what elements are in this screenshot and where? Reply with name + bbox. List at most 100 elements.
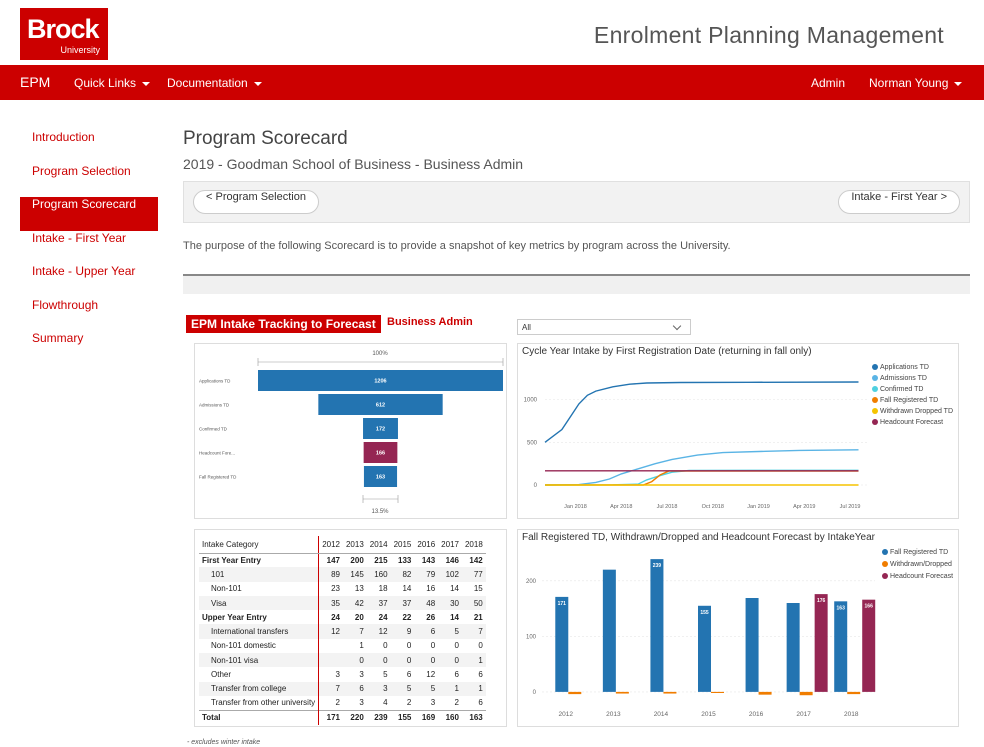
funnel-value-label: 166 <box>376 451 385 457</box>
column-header-2016[interactable]: 2016 <box>414 536 439 554</box>
legend-label: Headcount Forecast <box>880 419 944 426</box>
bar-withdrawn-2018[interactable] <box>847 691 861 695</box>
table-cell: 0 <box>478 641 483 651</box>
bar-fall-registered-2016[interactable] <box>745 598 759 692</box>
bar-withdrawn-2017[interactable] <box>799 691 813 696</box>
sidebar-item-intake-first-year[interactable]: Intake - First Year <box>20 231 158 265</box>
sidebar-item-program-selection[interactable]: Program Selection <box>20 164 158 198</box>
column-header-2018[interactable]: 2018 <box>461 536 486 554</box>
series-line-applications-td[interactable] <box>544 381 859 443</box>
legend-item-headcount-forecast[interactable]: Headcount Forecast <box>882 573 953 580</box>
table-cell: 0 <box>342 653 367 668</box>
bar-fall-registered-2015[interactable] <box>698 605 711 692</box>
legend-item-applications-td[interactable]: Applications TD <box>872 364 929 371</box>
top-navbar: EPM Quick Links Documentation Admin Norm… <box>0 65 984 100</box>
bar-fall-registered-2014[interactable] <box>650 559 664 692</box>
brock-logo[interactable]: Brock University <box>20 8 108 60</box>
column-header-intake-category[interactable]: Intake Category <box>199 536 320 554</box>
table-cell: 3 <box>430 698 436 708</box>
filter-dropdown[interactable]: All <box>517 319 691 335</box>
column-header-2013[interactable]: 2013 <box>342 536 367 554</box>
table-row: Upper Year Entry 24 20 24 22 26 14 21 <box>199 610 486 625</box>
column-header-2014[interactable]: 2014 <box>366 536 391 554</box>
legend-swatch <box>872 419 878 425</box>
table-cell: 9 <box>390 624 415 639</box>
table-cell: 7 <box>461 624 486 639</box>
nav-quick-links[interactable]: Quick Links <box>74 76 151 90</box>
row-label: 101 <box>199 567 320 582</box>
bar-withdrawn-2013[interactable] <box>615 691 629 694</box>
table-cell: 37 <box>390 595 415 611</box>
table-cell: 0 <box>430 641 436 651</box>
nav-brand[interactable]: EPM <box>20 74 50 90</box>
nav-user-menu[interactable]: Norman Young <box>869 76 963 90</box>
table-cell: 145 <box>342 567 367 582</box>
x-tick-label: 2018 <box>844 711 859 718</box>
table-cell: 23 <box>331 584 340 594</box>
intake-category-table: Intake Category 2012 2013 2014 2015 2016 2017 2… <box>199 536 486 725</box>
table-cell: 102 <box>438 567 462 582</box>
legend-item-admissions-td[interactable]: Admissions TD <box>872 375 927 382</box>
y-tick-label: 200 <box>526 579 537 585</box>
cycle-year-intake-panel: Cycle Year Intake by First Registration … <box>517 343 959 519</box>
fall-registered-bar-chart: 0 100 200 2012 171 2013 2014 239 2015 155 2016 2017… <box>526 559 876 718</box>
column-header-2015[interactable]: 2015 <box>390 536 415 554</box>
next-intake-first-year-button[interactable]: Intake - First Year > <box>838 190 960 214</box>
table-cell: 3 <box>359 670 364 680</box>
funnel-value-label: 612 <box>376 403 385 409</box>
table-row: First Year Entry 147 200 215 133 143 146 142 <box>199 553 486 568</box>
series-line-admissions-td[interactable] <box>544 449 859 486</box>
sidebar-item-intake-upper-year[interactable]: Intake - Upper Year <box>20 264 158 298</box>
bar-fall-registered-2017[interactable] <box>786 603 800 692</box>
table-cell: 6 <box>406 670 412 680</box>
table-cell: 12 <box>318 624 343 639</box>
column-header-2012[interactable]: 2012 <box>318 536 343 554</box>
sidebar-item-introduction[interactable]: Introduction <box>20 130 158 164</box>
table-row: Total 171 220 239 155 169 160 163 <box>199 709 486 725</box>
bar-fall-registered-2018[interactable] <box>834 601 848 692</box>
intake-category-table-panel: Intake Category 2012 2013 2014 2015 2016 2017 2… <box>194 529 507 727</box>
funnel-panel: 100% 13.5% 1206 Applications TD 612 Admissi… <box>194 343 507 519</box>
back-program-selection-button[interactable]: < Program Selection <box>193 190 319 214</box>
row-label: Non-101 domestic <box>199 638 320 654</box>
bar-withdrawn-2012[interactable] <box>568 691 582 695</box>
legend-label: Fall Registered TD <box>880 397 939 404</box>
embedded-report: EPM Intake Tracking to Forecast Business… <box>183 274 970 747</box>
row-label: Total <box>199 709 320 725</box>
legend-item-headcount-forecast[interactable]: Headcount Forecast <box>872 419 943 426</box>
bar-headcount-forecast-2017[interactable] <box>814 594 828 692</box>
table-cell: 37 <box>366 595 391 611</box>
table-cell <box>319 639 343 653</box>
y-tick-label: 100 <box>526 634 537 640</box>
legend-item-fall-registered-td[interactable]: Fall Registered TD <box>872 397 938 404</box>
legend-item-withdrawn-dropped[interactable]: Withdrawn/Dropped <box>882 561 952 568</box>
legend-item-confirmed-td[interactable]: Confirmed TD <box>872 386 923 393</box>
column-header-2017[interactable]: 2017 <box>438 536 462 554</box>
legend-label: Admissions TD <box>880 375 927 382</box>
legend-item-withdrawn-dropped-td[interactable]: Withdrawn Dropped TD <box>872 408 953 415</box>
page-subtitle: 2019 - Goodman School of Business - Busi… <box>183 156 524 172</box>
sidebar-item-program-scorecard[interactable]: Program Scorecard <box>20 197 158 231</box>
bar-withdrawn-2014[interactable] <box>663 691 677 694</box>
x-tick-label: Jan 2018 <box>564 504 587 510</box>
bar-withdrawn-2016[interactable] <box>758 691 772 695</box>
table-cell: 220 <box>342 709 367 725</box>
nav-user-label: Norman Young <box>869 76 949 90</box>
sidebar-item-summary[interactable]: Summary <box>20 331 158 365</box>
table-cell: 142 <box>469 555 483 565</box>
x-tick-label: 2013 <box>606 711 621 718</box>
nav-admin[interactable]: Admin <box>811 76 845 90</box>
table-cell: 1 <box>438 681 462 696</box>
nav-documentation[interactable]: Documentation <box>167 76 262 90</box>
bar-headcount-forecast-2018[interactable] <box>862 599 876 692</box>
row-label: First Year Entry <box>199 553 320 568</box>
legend-item-fall-registered-td[interactable]: Fall Registered TD <box>882 549 948 556</box>
table-row: Transfer from other university 2 3 4 2 3 2 6 <box>199 695 486 711</box>
bar-fall-registered-2012[interactable] <box>555 596 569 692</box>
bar-value-label: 239 <box>653 563 662 569</box>
sidebar-item-flowthrough[interactable]: Flowthrough <box>20 298 158 332</box>
bar-fall-registered-2013[interactable] <box>602 569 616 692</box>
bar-withdrawn-2015[interactable] <box>711 691 724 693</box>
table-cell: 77 <box>461 567 486 582</box>
table-row: Non-101 23 13 18 14 16 14 15 <box>199 581 486 596</box>
